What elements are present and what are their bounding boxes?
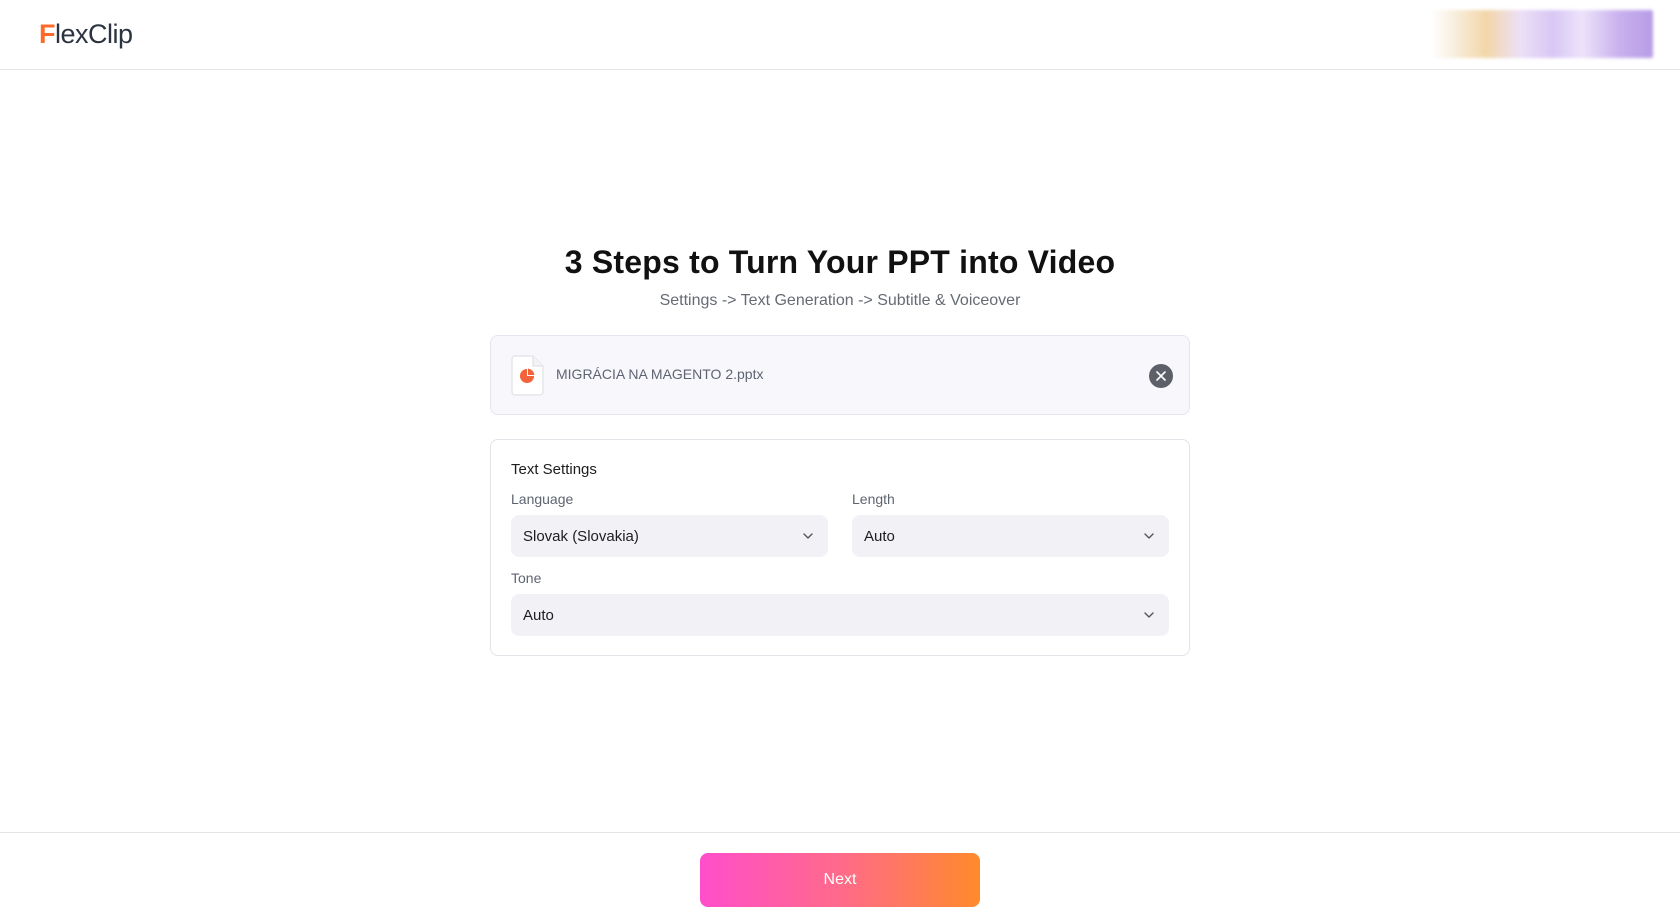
language-value: Slovak (Slovakia) <box>523 527 639 545</box>
language-select[interactable]: Slovak (Slovakia) <box>511 515 828 557</box>
chevron-down-icon <box>1144 612 1154 618</box>
remove-file-button[interactable] <box>1149 364 1173 388</box>
user-avatars-blurred[interactable] <box>1431 10 1653 58</box>
tone-value: Auto <box>523 606 554 624</box>
language-label: Language <box>511 491 574 507</box>
length-select[interactable]: Auto <box>852 515 1169 557</box>
steps-subtitle: Settings -> Text Generation -> Subtitle … <box>659 292 1021 309</box>
tone-select[interactable]: Auto <box>511 594 1169 636</box>
file-name: MIGRÁCIA NA MAGENTO 2.pptx <box>556 366 764 382</box>
text-settings-title: Text Settings <box>511 461 597 478</box>
chevron-down-icon <box>803 533 813 539</box>
chevron-down-icon <box>1144 533 1154 539</box>
logo-letter: F <box>39 18 56 49</box>
pptx-file-icon <box>511 355 544 396</box>
uploaded-file-card: MIGRÁCIA NA MAGENTO 2.pptx <box>490 335 1190 415</box>
close-icon <box>1156 371 1166 381</box>
top-header: FlexClip <box>0 0 1680 70</box>
bottom-footer: Next <box>0 832 1680 923</box>
tone-label: Tone <box>511 570 542 586</box>
page-title: 3 Steps to Turn Your PPT into Video <box>564 244 1116 280</box>
length-value: Auto <box>864 527 895 545</box>
text-settings-card: Text Settings Language Slovak (Slovakia)… <box>490 439 1190 656</box>
flexclip-logo[interactable]: FlexClip <box>39 18 133 50</box>
logo-text: lexClip <box>55 18 133 49</box>
length-label: Length <box>852 491 895 507</box>
next-button[interactable]: Next <box>700 853 980 907</box>
